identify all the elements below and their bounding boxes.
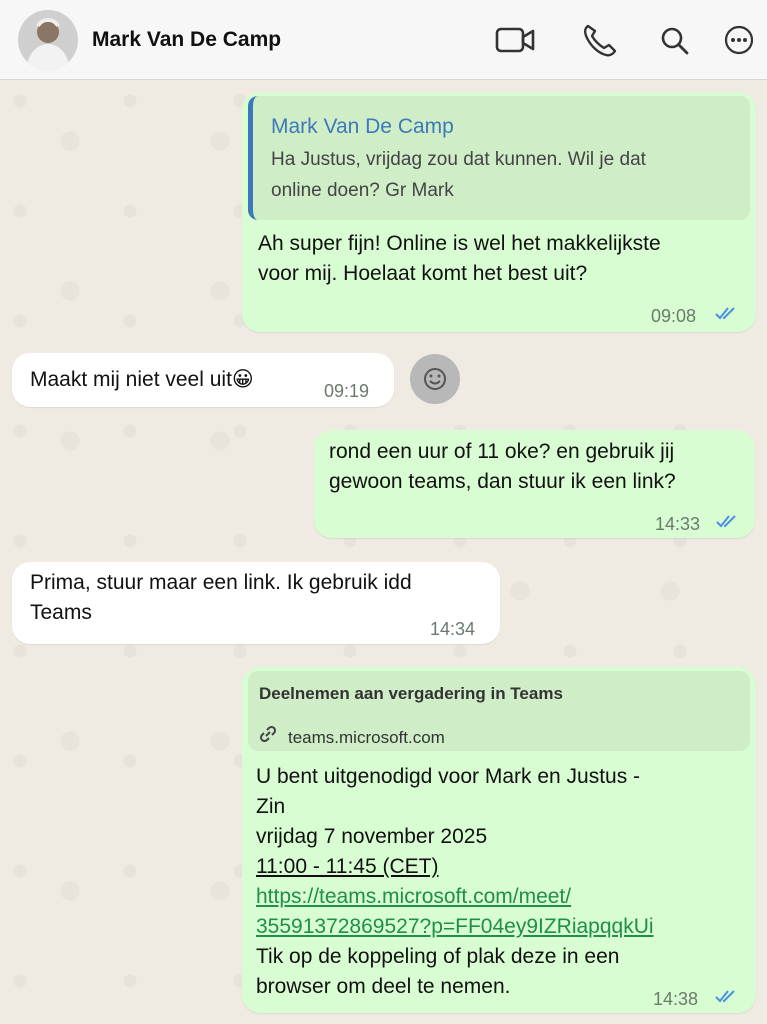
phone-icon[interactable] <box>580 22 620 58</box>
search-icon[interactable] <box>655 22 695 58</box>
link-preview[interactable]: Deelnemen aan vergadering in Teams teams… <box>248 671 750 751</box>
message-time: 14:33 <box>655 514 701 534</box>
quote-author: Mark Van De Camp <box>271 115 454 138</box>
smiley-icon <box>424 368 446 390</box>
message-text: Prima, stuur maar een link. Ik gebruik i… <box>30 571 412 624</box>
message-text: rond een uur of 11 oke? en gebruik jij g… <box>329 440 676 493</box>
message-time: 09:08 <box>651 306 697 326</box>
quote-text: Ha Justus, vrijdag zou dat kunnen. Wil j… <box>271 149 646 201</box>
add-reaction-button[interactable] <box>410 354 460 404</box>
message-text: Ah super fijn! Online is wel het makkeli… <box>258 232 661 285</box>
chat-area[interactable]: Mark Van De Camp Ha Justus, vrijdag zou … <box>0 81 767 1024</box>
meeting-time: 11:00 - 11:45 (CET) <box>256 855 439 878</box>
more-options-icon[interactable] <box>719 22 759 58</box>
read-receipt-icon <box>716 515 736 528</box>
meeting-link[interactable]: https://teams.microsoft.com/meet/ 355913… <box>256 882 746 942</box>
contact-name[interactable]: Mark Van De Camp <box>92 28 281 52</box>
incoming-message[interactable]: Prima, stuur maar een link. Ik gebruik i… <box>12 562 500 644</box>
outgoing-message[interactable]: rond een uur of 11 oke? en gebruik jij g… <box>314 430 755 538</box>
link-preview-title: Deelnemen aan vergadering in Teams <box>259 684 563 703</box>
link-preview-domain: teams.microsoft.com <box>288 728 445 747</box>
link-icon <box>259 725 277 743</box>
message-text: U bent uitgenodigd voor Mark en Justus -… <box>256 762 746 1002</box>
outgoing-message[interactable]: Mark Van De Camp Ha Justus, vrijdag zou … <box>242 92 756 332</box>
chat-header: Mark Van De Camp <box>0 0 767 80</box>
read-receipt-icon <box>715 307 735 320</box>
read-receipt-icon <box>715 990 735 1003</box>
message-time: 09:19 <box>324 381 370 401</box>
incoming-message[interactable]: Maakt mij niet veel uit😀 09:19 <box>12 353 394 407</box>
avatar[interactable] <box>18 10 78 70</box>
quoted-message[interactable]: Mark Van De Camp Ha Justus, vrijdag zou … <box>248 96 750 220</box>
message-time: 14:34 <box>430 619 476 639</box>
outgoing-message[interactable]: Deelnemen aan vergadering in Teams teams… <box>242 667 756 1013</box>
message-text: Maakt mij niet veel uit😀 <box>30 368 254 391</box>
video-camera-icon[interactable] <box>495 22 535 58</box>
message-time: 14:38 <box>653 989 699 1009</box>
